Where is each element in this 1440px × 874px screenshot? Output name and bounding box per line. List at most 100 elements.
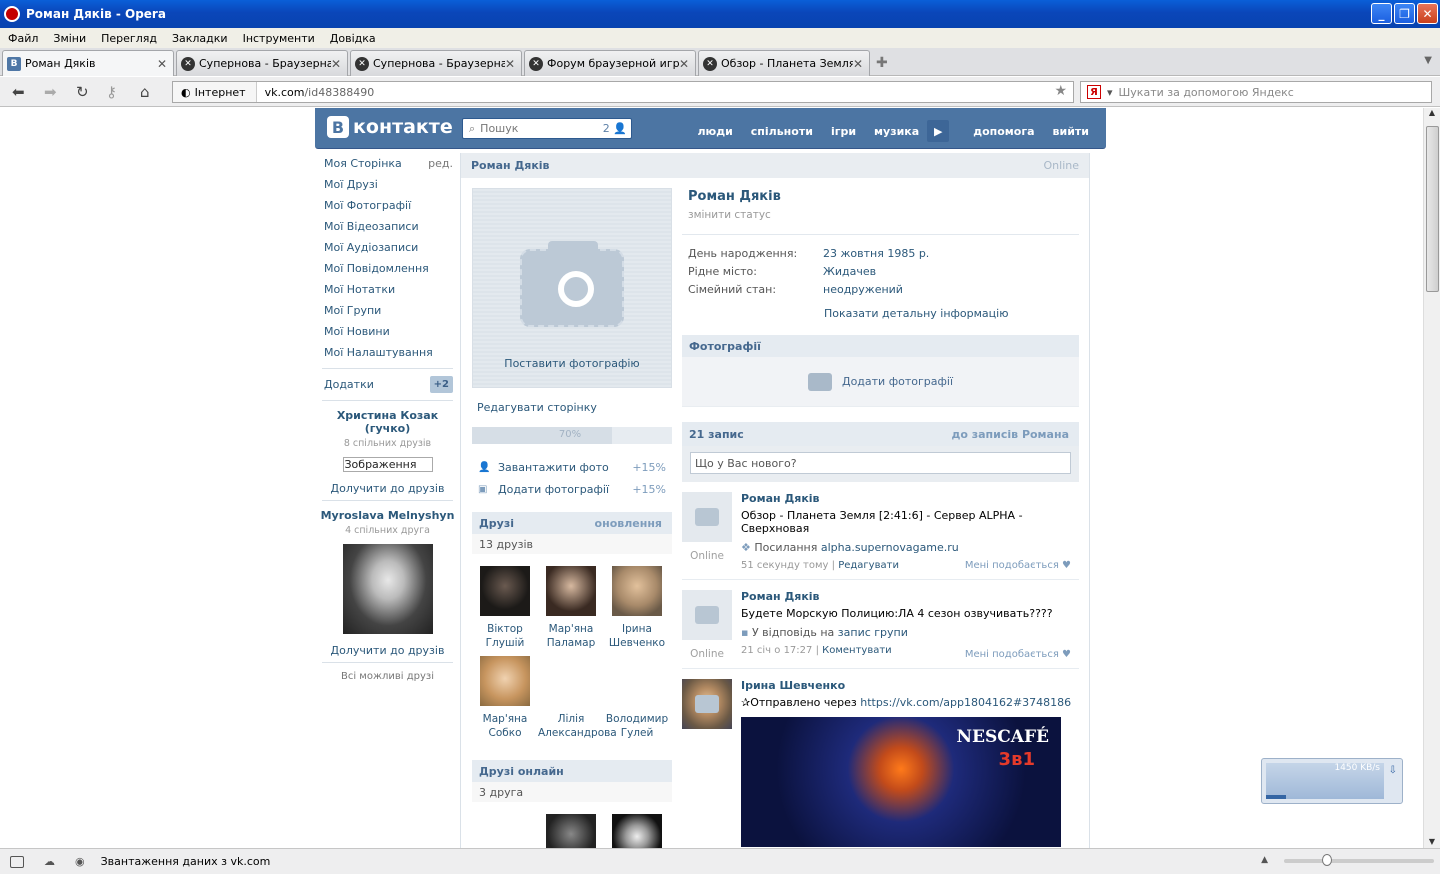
friend-item[interactable]: Мар'яна Паламар	[538, 566, 604, 650]
set-photo-link[interactable]: Поставити фотографію	[473, 357, 671, 370]
menu-my-messages[interactable]: Мої Повідомлення	[315, 258, 460, 279]
friend-item[interactable]: Віктор Глушій	[472, 566, 538, 650]
tab-close-icon[interactable]: ✕	[505, 57, 521, 71]
cloud-icon[interactable]: ☁	[44, 855, 55, 868]
home-icon[interactable]: ⌂	[140, 83, 150, 101]
menu-my-notes[interactable]: Мої Нотатки	[315, 279, 460, 300]
friend-item[interactable]: Володимир Гулей	[604, 656, 670, 740]
all-possible-friends-link[interactable]: Всі можливі друзі	[315, 671, 460, 682]
task-upload-photo[interactable]: 👤 Завантажити фото +15%	[472, 456, 672, 478]
menu-file[interactable]: Файл	[8, 32, 38, 45]
chevron-down-icon[interactable]: ▾	[1107, 86, 1113, 99]
online-friend-photo[interactable]	[612, 814, 662, 848]
suggestion-name[interactable]: Myroslava Melnyshyn	[315, 509, 460, 522]
like-button[interactable]: Мені подобається ♥	[965, 649, 1071, 660]
suggestion-name[interactable]: Христина Козак (гучко)	[315, 409, 460, 435]
change-status-link[interactable]: змінити статус	[682, 209, 1079, 221]
download-icon[interactable]: ⇩	[1389, 765, 1397, 776]
zoom-knob[interactable]	[1322, 854, 1332, 866]
menu-my-groups[interactable]: Мої Групи	[315, 300, 460, 321]
nav-people[interactable]: люди	[697, 125, 732, 138]
edit-page-link[interactable]: Редагувати сторінку	[472, 401, 672, 414]
speed-dial-icon[interactable]: ◉	[75, 855, 85, 868]
friend-item[interactable]: Мар'яна Собко	[472, 656, 538, 740]
task-add-photos[interactable]: ▣ Додати фотографії +15%	[472, 478, 672, 500]
key-icon[interactable]: ⚷	[106, 83, 117, 101]
wall-post-input[interactable]: Що у Вас нового?	[690, 452, 1071, 474]
tab-close-icon[interactable]: ✕	[853, 57, 869, 71]
author-avatar[interactable]	[682, 679, 732, 729]
url-text[interactable]: vk.com/id48388490	[257, 86, 375, 99]
edit-link[interactable]: ред.	[428, 153, 453, 174]
zoom-up-icon[interactable]: ▲	[1261, 855, 1268, 865]
menu-view[interactable]: Перегляд	[101, 32, 157, 45]
scroll-down-icon[interactable]: ▼	[1424, 837, 1440, 846]
add-friend-link[interactable]: Долучити до друзів	[315, 644, 460, 657]
minimize-button[interactable]: _	[1371, 3, 1392, 24]
vertical-scrollbar[interactable]: ▲ ▼	[1423, 108, 1440, 848]
friends-updates-link[interactable]: оновлення	[595, 517, 662, 530]
transfer-speed-widget[interactable]: 1450 KB/s ⇩	[1261, 758, 1403, 804]
online-friend-photo[interactable]	[546, 814, 596, 848]
nav-communities[interactable]: спільноти	[751, 125, 813, 138]
back-icon[interactable]: ⬅	[12, 83, 25, 101]
address-field[interactable]: ◐ Інтернет vk.com/id48388490 ★	[172, 81, 1074, 103]
friend-item[interactable]: Ірина Шевченко	[604, 566, 670, 650]
nav-games[interactable]: ігри	[831, 125, 856, 138]
photos-header[interactable]: Фотографії	[682, 335, 1079, 357]
new-tab-icon[interactable]: ✚	[876, 55, 888, 71]
post-action-link[interactable]: Коментувати	[822, 645, 892, 656]
scroll-up-icon[interactable]: ▲	[1424, 108, 1440, 117]
tab-close-icon[interactable]: ✕	[331, 57, 347, 71]
forward-icon[interactable]: ➡	[44, 83, 57, 101]
menu-edit[interactable]: Зміни	[53, 32, 86, 45]
menu-my-friends[interactable]: Мої Друзі	[315, 174, 460, 195]
tab-supernova-2[interactable]: ✕ Супернова - Браузерна... ✕	[350, 50, 522, 76]
post-author[interactable]: Ірина Шевченко	[741, 679, 1079, 692]
vk-search-input[interactable]: ⌕ Пошук 2 👤	[462, 118, 632, 139]
menu-my-page[interactable]: Моя Сторінка ред.	[315, 153, 460, 174]
menu-my-news[interactable]: Мої Новини	[315, 321, 460, 342]
zoom-slider[interactable]	[1284, 854, 1434, 866]
friends-header[interactable]: Друзі оновлення	[472, 512, 672, 534]
menu-bookmarks[interactable]: Закладки	[172, 32, 228, 45]
security-badge[interactable]: ◐ Інтернет	[173, 82, 257, 102]
vk-logo[interactable]: Вконтакте	[327, 116, 453, 138]
scrollbar-thumb[interactable]	[1426, 126, 1439, 292]
to-posts-link[interactable]: до записів Романа	[951, 428, 1069, 441]
menu-my-audio[interactable]: Мої Аудіозаписи	[315, 237, 460, 258]
post-author[interactable]: Роман Дяків	[741, 492, 1079, 505]
nav-logout[interactable]: вийти	[1053, 125, 1089, 138]
close-window-button[interactable]: ✕	[1417, 3, 1438, 24]
maximize-button[interactable]: ❐	[1394, 3, 1415, 24]
menu-tools[interactable]: Інструменти	[243, 32, 315, 45]
suggestion-photo[interactable]	[342, 544, 433, 634]
nav-help[interactable]: допомога	[973, 125, 1034, 138]
menu-my-settings[interactable]: Мої Налаштування	[315, 342, 460, 363]
tab-planet-earth[interactable]: ✕ Обзор - Планета Земля ... ✕	[698, 50, 870, 76]
friends-online-header[interactable]: Друзі онлайн	[472, 760, 672, 782]
menu-my-photos[interactable]: Мої Фотографії	[315, 195, 460, 216]
author-avatar[interactable]	[682, 492, 732, 542]
tab-forum[interactable]: ✕ Форум браузерной игр... ✕	[524, 50, 696, 76]
avatar-placeholder[interactable]: Поставити фотографію	[472, 188, 672, 388]
bookmark-star-icon[interactable]: ★	[1054, 83, 1067, 99]
post-image[interactable]: NESCAFÉ 3в1	[741, 717, 1061, 847]
nav-music[interactable]: музика	[874, 125, 919, 138]
like-button[interactable]: Мені подобається ♥	[965, 560, 1071, 571]
play-icon[interactable]: ▶	[927, 120, 950, 142]
friend-item[interactable]: Лілія Александрова	[538, 656, 617, 740]
menu-help[interactable]: Довідка	[330, 32, 376, 45]
panel-toggle-icon[interactable]	[10, 855, 24, 868]
menu-apps[interactable]: Додатки +2	[315, 374, 460, 395]
tab-close-icon[interactable]: ✕	[679, 57, 695, 71]
tab-supernova-1[interactable]: ✕ Супернова - Браузерна... ✕	[176, 50, 348, 76]
chevron-down-icon[interactable]: ▼	[1424, 55, 1432, 66]
add-photos-button[interactable]: Додати фотографії	[682, 357, 1079, 407]
show-details-link[interactable]: Показати детальну інформацію	[824, 307, 1079, 320]
post-author[interactable]: Роман Дяків	[741, 590, 1079, 603]
post-action-link[interactable]: Редагувати	[838, 560, 899, 571]
reload-icon[interactable]: ↻	[76, 83, 89, 101]
author-avatar[interactable]	[682, 590, 732, 640]
menu-my-videos[interactable]: Мої Відеозаписи	[315, 216, 460, 237]
